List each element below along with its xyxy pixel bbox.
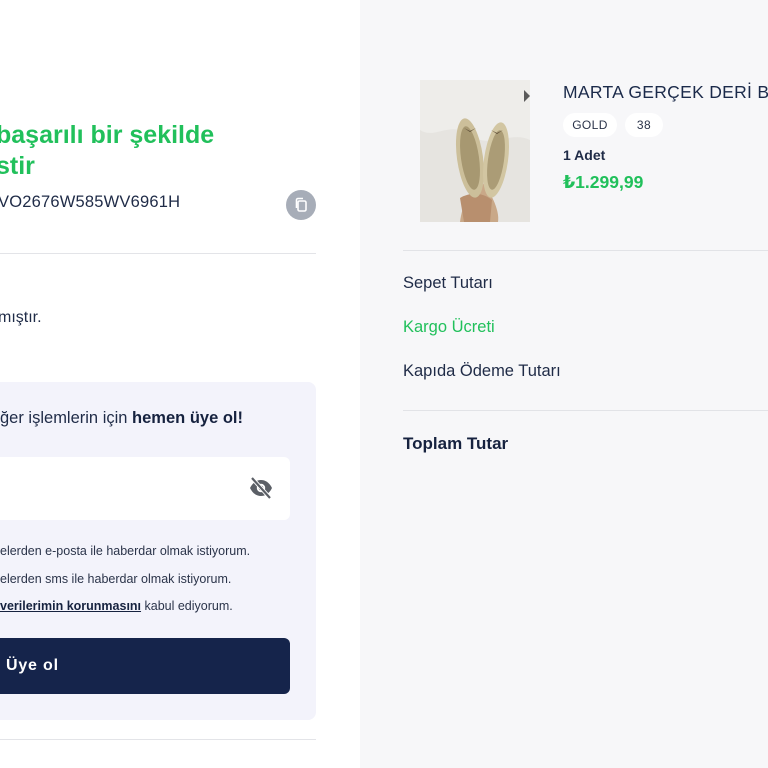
signup-button[interactable]: Üye ol xyxy=(0,638,290,694)
register-prompt-text: ğer işlemlerin için xyxy=(0,409,133,427)
consent-sms[interactable]: elerden sms ile haberdar olmak istiyorum… xyxy=(0,572,231,586)
divider xyxy=(0,739,316,740)
success-title: başarılı bir şekilde stir xyxy=(0,121,215,180)
consent-email[interactable]: elerden e-posta ile haberdar olmak istiy… xyxy=(0,544,250,558)
divider xyxy=(403,250,768,251)
order-note: mıştır. xyxy=(0,309,42,326)
consent-privacy-text: kabul ediyorum. xyxy=(141,599,233,613)
register-prompt: ğer işlemlerin için hemen üye ol! xyxy=(0,409,243,428)
toggle-password-button[interactable] xyxy=(248,476,274,500)
product-quantity: 1 Adet xyxy=(563,147,606,163)
password-input[interactable] xyxy=(0,457,290,520)
product-name: MARTA GERÇEK DERİ BA xyxy=(563,82,768,102)
register-prompt-bold: hemen üye ol! xyxy=(132,409,243,427)
product-price: ₺1.299,99 xyxy=(563,172,644,192)
cod-amount-label: Kapıda Ödeme Tutarı xyxy=(403,362,561,380)
order-confirmation-panel: başarılı bir şekilde stir VO2676W585WV69… xyxy=(0,0,360,768)
size-chip: 38 xyxy=(625,113,663,137)
color-chip: GOLD xyxy=(563,113,617,137)
divider xyxy=(403,410,768,411)
copy-button[interactable] xyxy=(286,190,316,220)
shipping-fee-label: Kargo Ücreti xyxy=(403,318,495,336)
eye-off-icon xyxy=(250,476,272,500)
order-code: VO2676W585WV6961H xyxy=(0,193,181,211)
basket-amount-label: Sepet Tutarı xyxy=(403,274,493,292)
product-image xyxy=(420,80,530,222)
privacy-link[interactable]: verilerimin korunmasını xyxy=(0,599,141,613)
divider xyxy=(0,253,316,254)
copy-icon xyxy=(295,197,307,212)
total-amount-label: Toplam Tutar xyxy=(403,434,509,453)
order-summary-panel: MARTA GERÇEK DERİ BA GOLD 38 1 Adet ₺1.2… xyxy=(360,0,768,768)
consent-privacy[interactable]: verilerimin korunmasını kabul ediyorum. xyxy=(0,599,233,613)
